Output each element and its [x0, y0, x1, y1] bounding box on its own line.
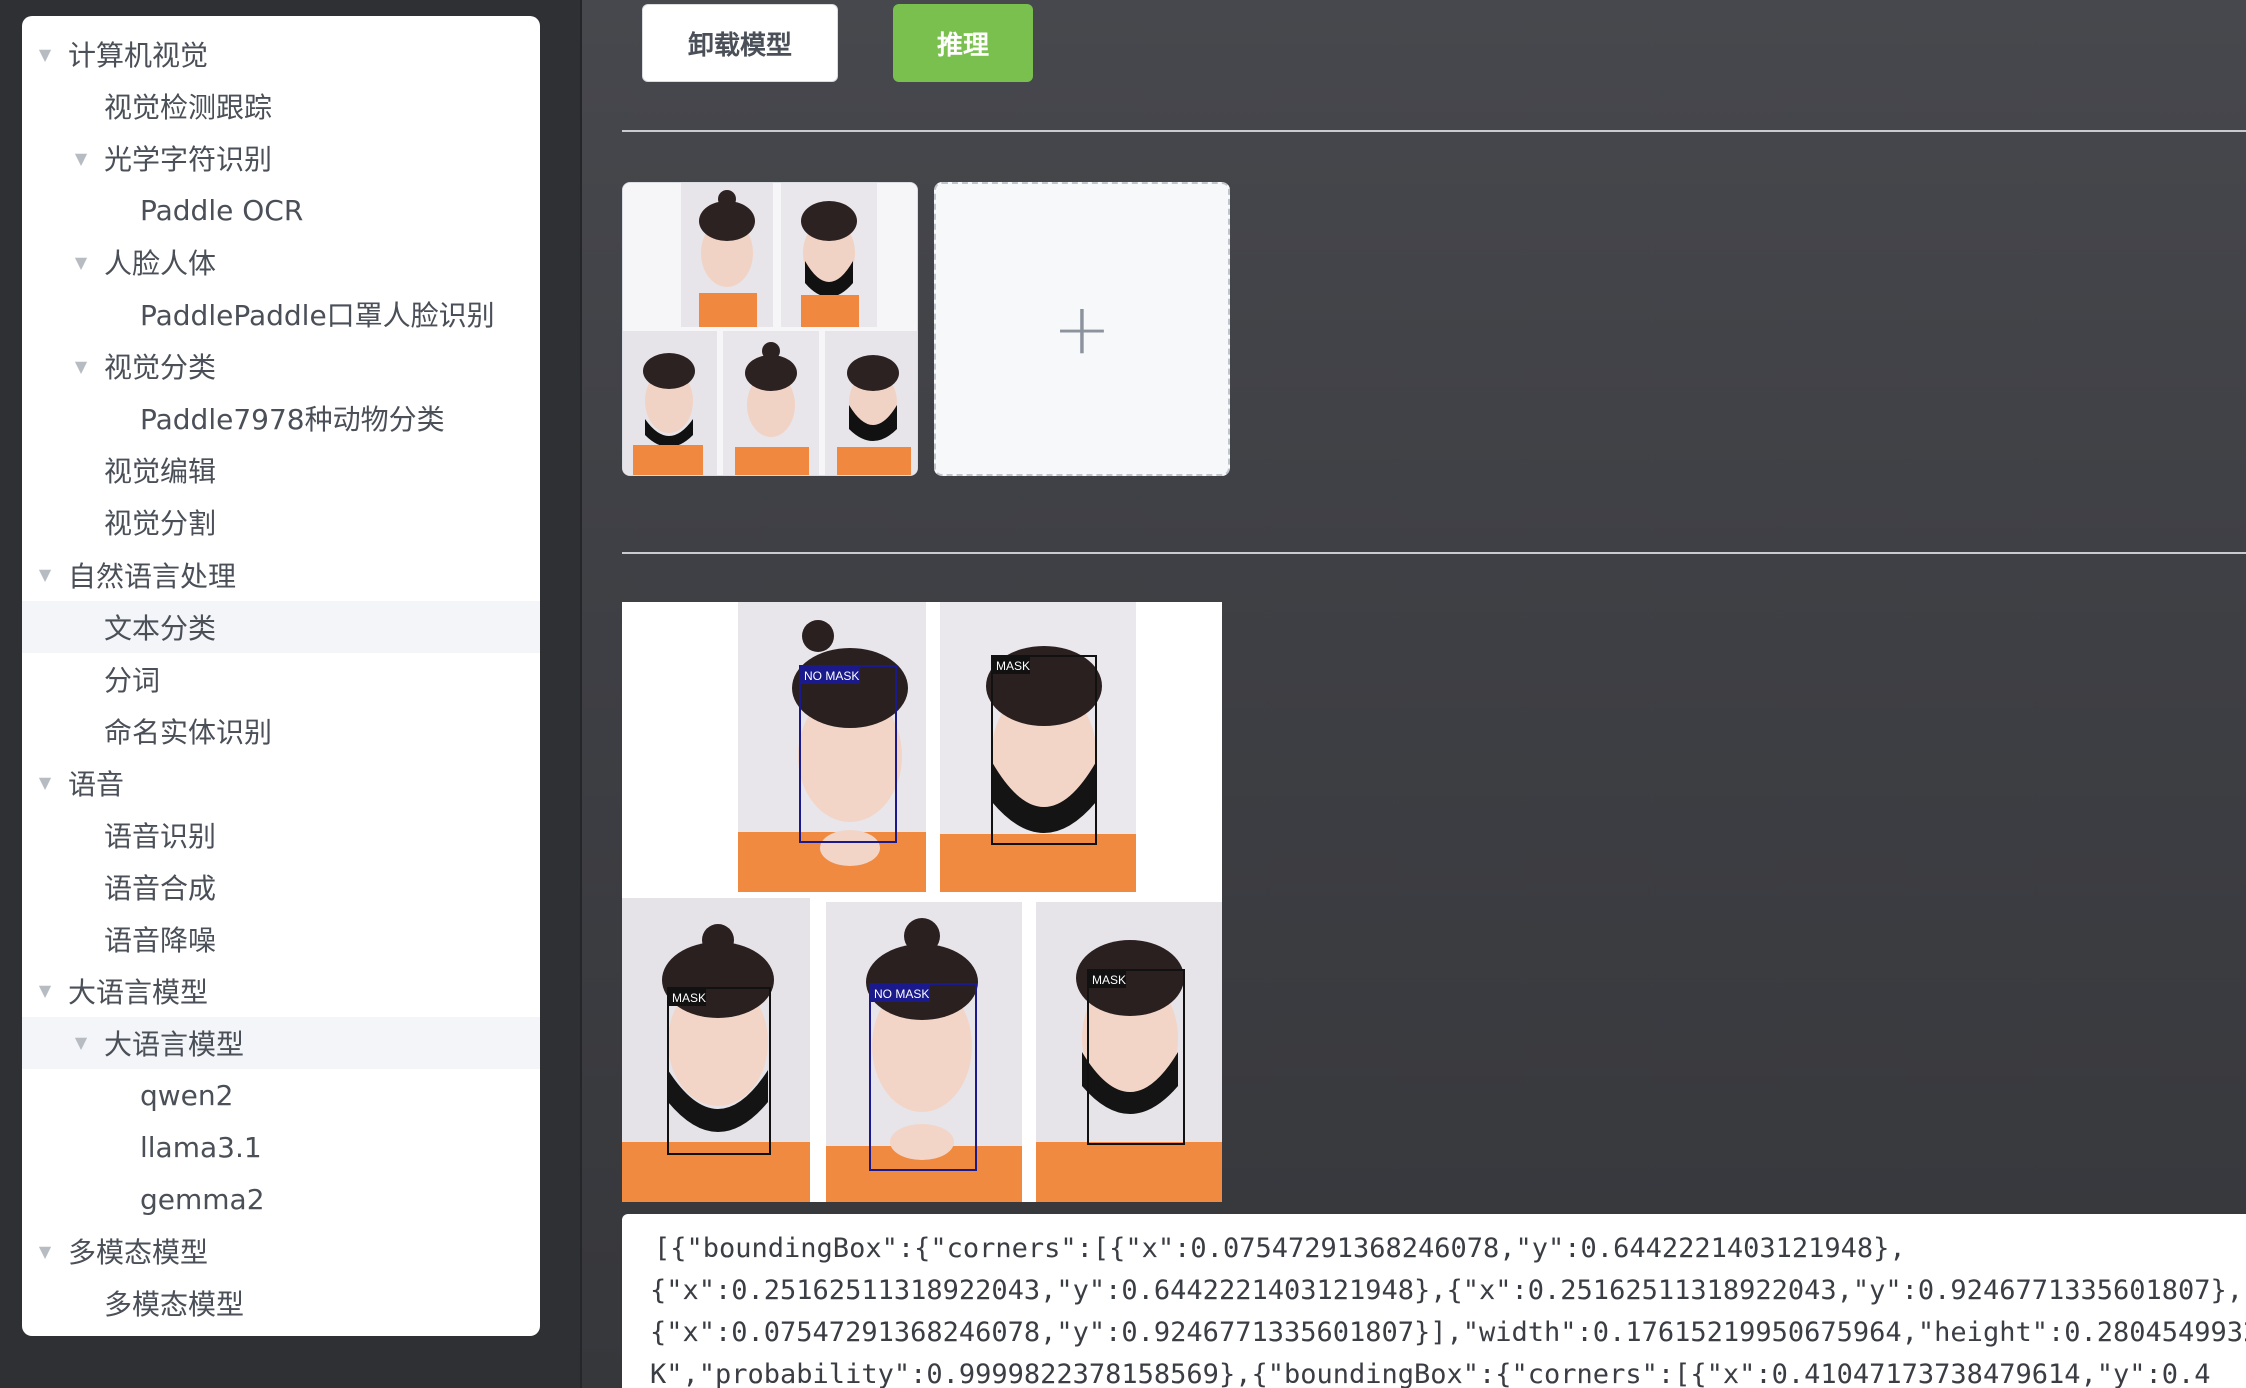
unload-model-button[interactable]: 卸载模型 [642, 4, 838, 82]
detection-label: MASK [672, 991, 706, 1005]
infer-button[interactable]: 推理 [893, 4, 1033, 82]
tree-item-label: qwen2 [140, 1078, 234, 1112]
detection-result-canvas: NO MASK MASK MASK NO MASK MASK [622, 602, 1222, 1202]
detection-label: NO MASK [804, 669, 859, 683]
tree-item[interactable]: 分词 [22, 653, 540, 705]
tree-item-label: 光学字符识别 [104, 143, 273, 177]
tree-item[interactable]: Paddle OCR [22, 184, 540, 236]
tree-item[interactable]: ▼ 人脸人体 [22, 236, 540, 288]
json-line: {"x":0.07547291368246078,"y":0.924677133… [650, 1317, 2246, 1348]
caret-down-icon[interactable]: ▼ [36, 565, 54, 584]
json-line: {"x":0.25162511318922043,"y":0.644222140… [650, 1275, 2244, 1306]
detection-label: NO MASK [874, 987, 929, 1001]
caret-down-icon[interactable]: ▼ [72, 357, 90, 376]
caret-down-icon[interactable]: ▼ [72, 1033, 90, 1052]
tree-item-label: gemma2 [140, 1182, 265, 1216]
caret-down-icon[interactable]: ▼ [72, 253, 90, 272]
detection-result-image: NO MASK MASK MASK NO MASK MASK [622, 602, 1222, 1202]
detection-label: MASK [996, 659, 1030, 673]
caret-down-icon[interactable]: ▼ [36, 1242, 54, 1261]
uploaded-image-preview [623, 183, 917, 475]
uploaded-image-thumbnail[interactable] [622, 182, 918, 476]
divider-top [622, 130, 2246, 132]
tree-item[interactable]: 视觉检测跟踪 [22, 80, 540, 132]
tree-item-label: PaddlePaddle口罩人脸识别 [140, 299, 495, 333]
tree-item-label: llama3.1 [140, 1130, 262, 1164]
tree-item[interactable]: 视觉分割 [22, 496, 540, 548]
tree-item-label: 视觉分割 [104, 507, 217, 541]
tree-item-label: Paddle7978种动物分类 [140, 403, 445, 437]
tree-item[interactable]: 命名实体识别 [22, 705, 540, 757]
tree-item[interactable]: ▼ 光学字符识别 [22, 132, 540, 184]
tree-item-label: 多模态模型 [68, 1236, 209, 1270]
tree-item-label: 语音 [68, 767, 125, 801]
tree-item[interactable]: 多模态模型 [22, 1277, 540, 1329]
caret-down-icon[interactable]: ▼ [36, 45, 54, 64]
tree-item[interactable]: 视觉编辑 [22, 444, 540, 496]
plus-icon: + [1052, 288, 1112, 370]
tree-item[interactable]: ▼ 计算机视觉 [22, 28, 540, 80]
tree-item[interactable]: 语音合成 [22, 861, 540, 913]
tree-item-label: Paddle OCR [140, 193, 304, 227]
detection-label: MASK [1092, 973, 1126, 987]
tree-item-label: 计算机视觉 [68, 39, 209, 72]
tree-item-label: 视觉分类 [104, 351, 217, 385]
json-line: [{"boundingBox":{"corners":[{"x":0.07547… [654, 1233, 1906, 1264]
tree-item[interactable]: llama3.1 [22, 1121, 540, 1173]
tree-item-label: 语音降噪 [104, 923, 217, 957]
tree-item[interactable]: 语音识别 [22, 809, 540, 861]
tree-item-label: 文本分类 [104, 611, 217, 645]
tree-item[interactable]: ▼ 大语言模型 [22, 1016, 540, 1069]
tree-item-label: 视觉检测跟踪 [104, 91, 273, 125]
tree-item[interactable]: ▼ 多模态模型 [22, 1225, 540, 1277]
tree-item[interactable]: Paddle7978种动物分类 [22, 392, 540, 444]
tree-item[interactable]: 文本分类 [22, 600, 540, 653]
tree-item-label: 语音合成 [104, 871, 217, 905]
tree-item[interactable]: PaddlePaddle口罩人脸识别 [22, 288, 540, 340]
tree-item-label: 多模态模型 [104, 1288, 245, 1322]
upload-image-button[interactable]: + [934, 182, 1230, 476]
tree-item-label: 自然语言处理 [68, 559, 237, 593]
tree-item-label: 语音识别 [104, 819, 217, 853]
model-tree-sidebar: ▼ 计算机视觉视觉检测跟踪 ▼ 光学字符识别 Paddle OCR ▼ 人脸人体 Paddle… [22, 16, 540, 1336]
tree-item[interactable]: ▼ 视觉分类 [22, 340, 540, 392]
result-json-output: [{"boundingBox":{"corners":[{"x":0.07547… [622, 1214, 2246, 1388]
tree-item-label: 分词 [104, 663, 161, 697]
tree-item[interactable]: gemma2 [22, 1173, 540, 1225]
tree-item[interactable]: ▼ 自然语言处理 [22, 549, 540, 601]
tree-item[interactable]: 语音降噪 [22, 913, 540, 965]
main-panel: 卸载模型 推理 + NO MASK MASK MASK NO MASK MASK… [582, 0, 2246, 1388]
caret-down-icon[interactable]: ▼ [72, 149, 90, 168]
tree-item[interactable]: qwen2 [22, 1069, 540, 1121]
caret-down-icon[interactable]: ▼ [36, 773, 54, 792]
tree-item-label: 大语言模型 [104, 1027, 245, 1061]
tree-item-label: 视觉编辑 [104, 455, 217, 489]
tree-item-label: 命名实体识别 [104, 715, 273, 749]
tree-item-label: 人脸人体 [104, 247, 217, 281]
divider-middle [622, 552, 2246, 554]
tree-item[interactable]: ▼ 语音 [22, 757, 540, 809]
json-line: K","probability":0.9999822378158569},{"b… [650, 1359, 2211, 1388]
tree-item-label: 大语言模型 [68, 975, 209, 1009]
tree-item[interactable]: ▼ 大语言模型 [22, 965, 540, 1017]
caret-down-icon[interactable]: ▼ [36, 981, 54, 1000]
